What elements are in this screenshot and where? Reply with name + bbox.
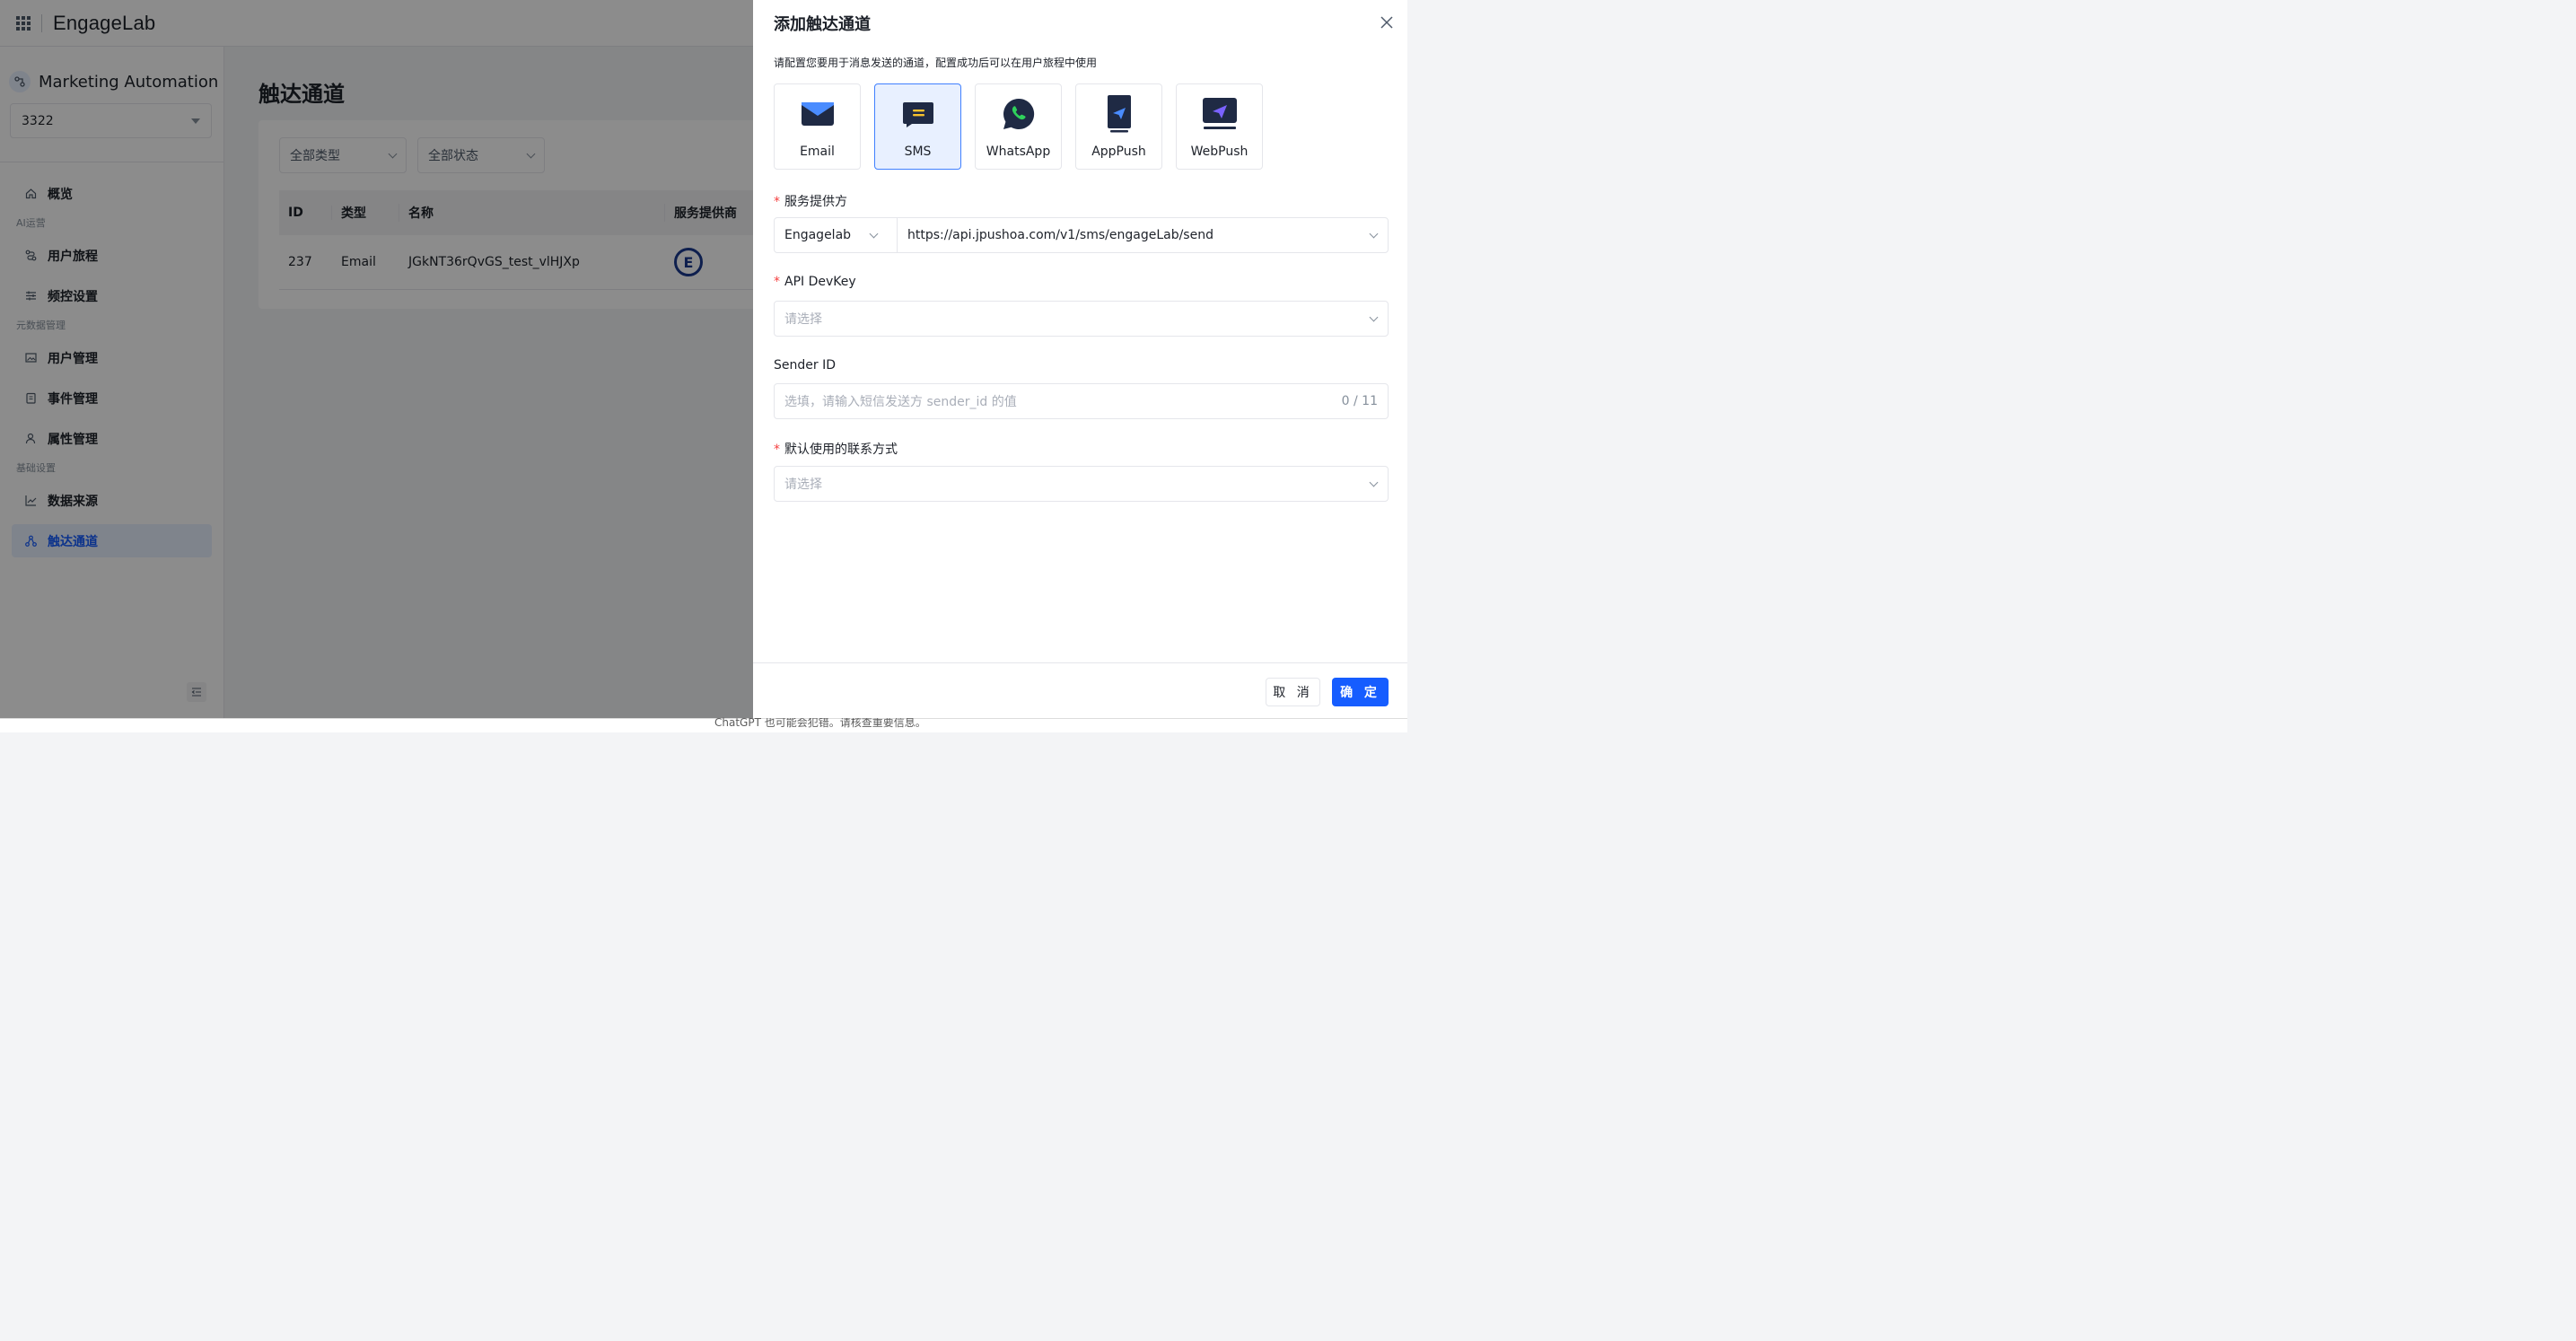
provider-endpoint-select[interactable]: https://api.jpushoa.com/v1/sms/engageLab…	[898, 218, 1388, 252]
channel-tile-label: Email	[800, 145, 835, 159]
add-channel-drawer: 添加触达通道 请配置您要用于消息发送的通道，配置成功后可以在用户旅程中使用 Em…	[753, 0, 1407, 718]
channel-tile-label: SMS	[904, 145, 932, 159]
web-push-icon	[1202, 96, 1238, 132]
sms-icon	[900, 96, 936, 132]
channel-tile-label: WebPush	[1190, 145, 1249, 159]
api-devkey-select[interactable]: 请选择	[774, 301, 1389, 337]
channel-tile-apppush[interactable]: AppPush	[1075, 83, 1162, 170]
close-icon	[1380, 16, 1393, 29]
cancel-button[interactable]: 取 消	[1266, 678, 1320, 706]
provider-endpoint-value: https://api.jpushoa.com/v1/sms/engageLab…	[907, 228, 1214, 242]
chevron-down-icon	[1369, 229, 1379, 238]
channel-tile-sms[interactable]: SMS	[874, 83, 961, 170]
email-icon	[800, 96, 836, 132]
provider-field: Engagelab https://api.jpushoa.com/v1/sms…	[774, 217, 1389, 253]
bottom-strip	[0, 718, 1407, 732]
api-devkey-label-text: API DevKey	[784, 275, 856, 289]
channel-tile-label: WhatsApp	[986, 145, 1051, 159]
api-devkey-placeholder: 请选择	[784, 312, 822, 327]
chevron-down-icon	[1369, 478, 1379, 486]
contact-method-label-text: 默认使用的联系方式	[784, 443, 898, 457]
required-mark: *	[774, 443, 780, 457]
whatsapp-icon	[1001, 96, 1037, 132]
sender-id-placeholder: 选填，请输入短信发送方 sender_id 的值	[784, 395, 1017, 409]
drawer-footer: 取 消 确 定	[753, 662, 1407, 718]
required-mark: *	[774, 275, 780, 289]
app-push-icon	[1101, 95, 1137, 133]
channel-tile-whatsapp[interactable]: WhatsApp	[975, 83, 1062, 170]
drawer-title: 添加触达通道	[774, 15, 871, 34]
required-mark: *	[774, 195, 780, 209]
sender-id-input[interactable]: 选填，请输入短信发送方 sender_id 的值 0 / 11	[774, 383, 1389, 419]
provider-vendor-select[interactable]: Engagelab	[775, 218, 898, 252]
channel-tile-webpush[interactable]: WebPush	[1176, 83, 1263, 170]
contact-method-placeholder: 请选择	[784, 478, 822, 492]
sender-id-label: Sender ID	[774, 358, 836, 372]
chevron-down-icon	[869, 229, 879, 238]
channel-tile-email[interactable]: Email	[774, 83, 861, 170]
contact-method-label: * 默认使用的联系方式	[774, 440, 898, 458]
provider-label: * 服务提供方	[774, 192, 847, 210]
character-counter: 0 / 11	[1341, 394, 1378, 408]
provider-label-text: 服务提供方	[784, 195, 847, 209]
close-button[interactable]	[1379, 14, 1395, 31]
confirm-button[interactable]: 确 定	[1332, 678, 1389, 706]
channel-type-tiles: Email SMS WhatsApp AppPush WebPush	[774, 83, 1263, 170]
channel-tile-label: AppPush	[1091, 145, 1146, 159]
drawer-description: 请配置您要用于消息发送的通道，配置成功后可以在用户旅程中使用	[774, 57, 1098, 69]
api-devkey-label: * API DevKey	[774, 275, 856, 289]
contact-method-select[interactable]: 请选择	[774, 466, 1389, 502]
provider-vendor-value: Engagelab	[784, 228, 852, 242]
chevron-down-icon	[1369, 312, 1379, 321]
